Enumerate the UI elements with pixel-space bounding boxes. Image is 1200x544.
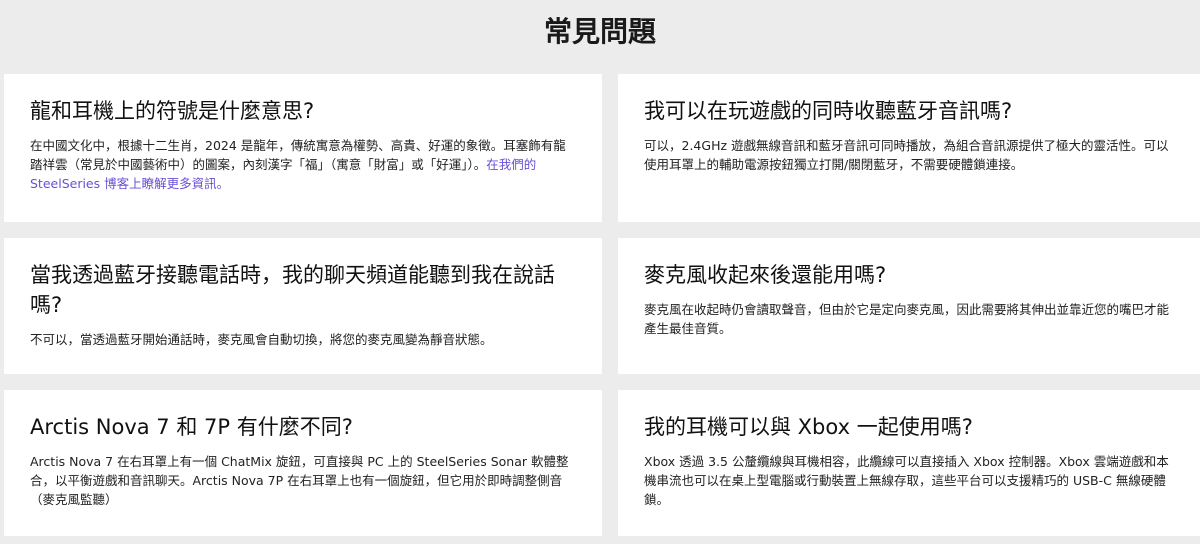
faq-card-bluetooth-audio: 我可以在玩遊戲的同時收聽藍牙音訊嗎? 可以，2.4GHz 遊戲無線音訊和藍牙音訊…	[618, 74, 1200, 222]
faq-answer: 在中國文化中，根據十二生肖，2024 是龍年，傳統寓意為權勢、高貴、好運的象徵。…	[30, 136, 576, 193]
faq-card-nova7-vs-7p: Arctis Nova 7 和 7P 有什麼不同? Arctis Nova 7 …	[4, 390, 602, 536]
faq-answer: 不可以，當透過藍牙開始通話時，麥克風會自動切換，將您的麥克風變為靜音狀態。	[30, 332, 493, 347]
faq-question: 麥克風收起來後還能用嗎?	[644, 263, 887, 287]
faq-question: 當我透過藍牙接聽電話時，我的聊天頻道能聽到我在說話嗎?	[30, 263, 555, 317]
faq-answer: Arctis Nova 7 在右耳罩上有一個 ChatMix 旋鈕，可直接與 P…	[30, 454, 569, 507]
faq-question: Arctis Nova 7 和 7P 有什麼不同?	[30, 415, 353, 439]
faq-question: 我可以在玩遊戲的同時收聽藍牙音訊嗎?	[644, 99, 1013, 123]
faq-card-retracted-mic: 麥克風收起來後還能用嗎? 麥克風在收起時仍會讀取聲音，但由於它是定向麥克風，因此…	[618, 238, 1200, 374]
faq-answer: 麥克風在收起時仍會讀取聲音，但由於它是定向麥克風，因此需要將其伸出並靠近您的嘴巴…	[644, 302, 1170, 336]
faq-question: 龍和耳機上的符號是什麼意思?	[30, 99, 315, 123]
faq-card-dragon-symbol: 龍和耳機上的符號是什麼意思? 在中國文化中，根據十二生肖，2024 是龍年，傳統…	[4, 74, 602, 222]
page-title: 常見問題	[543, 15, 656, 48]
faq-card-bluetooth-call: 當我透過藍牙接聽電話時，我的聊天頻道能聽到我在說話嗎? 不可以，當透過藍牙開始通…	[4, 238, 602, 374]
faq-answer: Xbox 透過 3.5 公釐纜線與耳機相容，此纜線可以直接插入 Xbox 控制器…	[644, 454, 1169, 507]
faq-card-xbox-compat: 我的耳機可以與 Xbox 一起使用嗎? Xbox 透過 3.5 公釐纜線與耳機相…	[618, 390, 1200, 536]
faq-answer: 可以，2.4GHz 遊戲無線音訊和藍牙音訊可同時播放，為組合音訊源提供了極大的靈…	[644, 138, 1169, 172]
faq-question: 我的耳機可以與 Xbox 一起使用嗎?	[644, 415, 973, 439]
